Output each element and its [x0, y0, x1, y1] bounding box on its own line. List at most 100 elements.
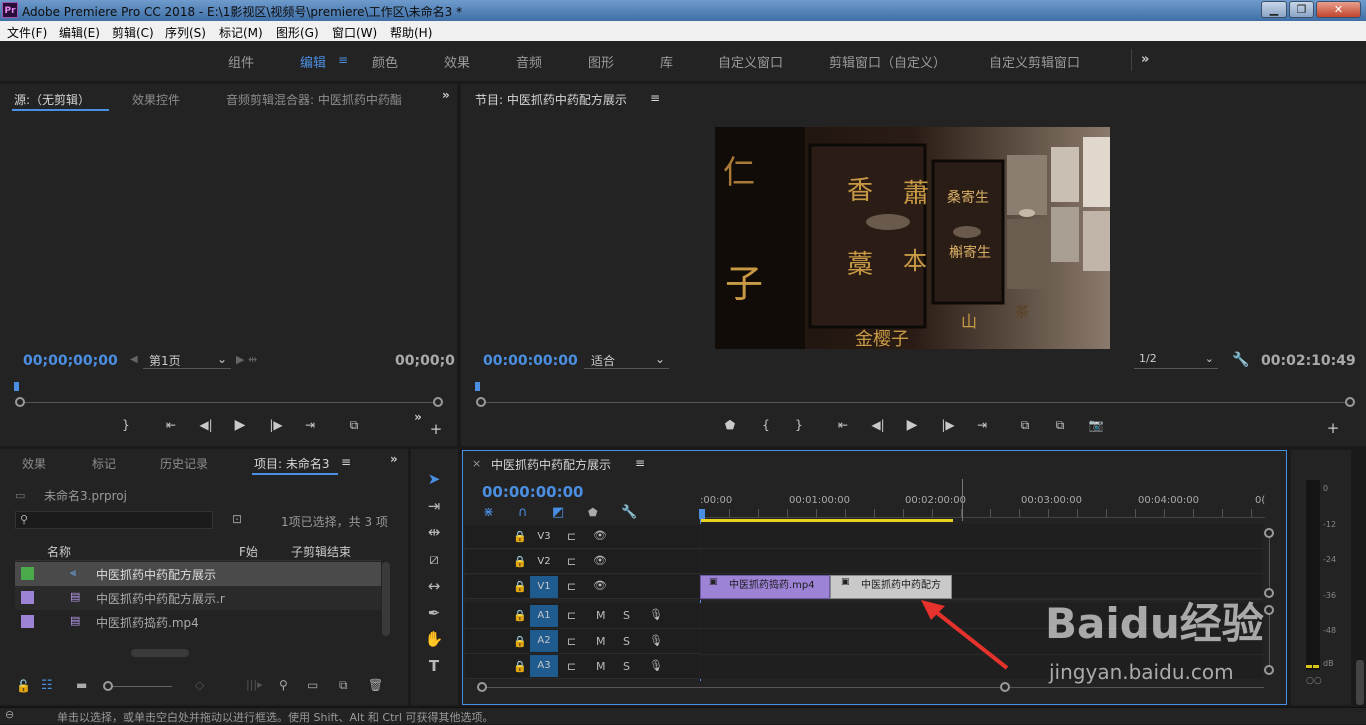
zoom-handle-right[interactable]	[433, 397, 443, 407]
new-bin-icon[interactable]: ▭	[307, 678, 318, 692]
extract-icon[interactable]: ⧉	[1050, 418, 1070, 433]
playhead-marker[interactable]	[475, 382, 480, 391]
label-color-swatch[interactable]	[21, 567, 34, 580]
panel-menu-icon[interactable]: ≡	[635, 456, 645, 470]
add-marker-icon[interactable]: ⬟	[722, 418, 738, 432]
close-icon[interactable]: ×	[472, 457, 481, 470]
find-icon[interactable]: ⚲	[279, 678, 288, 692]
horizontal-scrollbar[interactable]	[131, 649, 189, 657]
menu-clip[interactable]: 剪辑(C)	[112, 24, 154, 41]
menu-help[interactable]: 帮助(H)	[390, 24, 432, 41]
tab-effects[interactable]: 效果	[22, 455, 46, 472]
workspace-effects[interactable]: 效果	[444, 52, 470, 71]
workspace-menu-icon[interactable]: ≡	[338, 53, 348, 67]
sync-lock-icon[interactable]: ⊏	[567, 530, 576, 543]
playhead-marker[interactable]	[699, 509, 705, 519]
solo-button[interactable]: S	[623, 635, 630, 648]
lock-icon[interactable]: 🔒	[513, 530, 527, 543]
razor-tool-icon[interactable]: ⧄	[424, 549, 444, 569]
tab-audio-clip-mixer[interactable]: 音频剪辑混合器: 中医抓药中药酯	[226, 91, 419, 108]
workspace-custom-window[interactable]: 自定义窗口	[718, 52, 783, 71]
microphone-icon[interactable]: 🎙	[649, 634, 663, 647]
pen-tool-icon[interactable]: ✒	[424, 603, 444, 623]
column-name[interactable]: 名称	[47, 543, 71, 560]
zoom-handle-left[interactable]	[476, 397, 486, 407]
more-workspaces-icon[interactable]: »	[1141, 52, 1149, 67]
workspace-custom-cut-window[interactable]: 自定义剪辑窗口	[989, 52, 1080, 71]
track-label-v1[interactable]: V1	[530, 576, 558, 598]
timeline-settings-icon[interactable]: 🔧	[621, 505, 637, 520]
close-window-button[interactable]: ✕	[1316, 1, 1361, 18]
lock-icon[interactable]: 🔒	[513, 660, 527, 673]
type-tool-icon[interactable]: T	[424, 656, 444, 676]
workspace-editing[interactable]: 编辑	[300, 52, 326, 71]
menu-file[interactable]: 文件(F)	[7, 24, 47, 41]
source-timecode[interactable]: 00;00;00;00	[23, 353, 118, 369]
next-page-icon[interactable]: ▶ ⇹	[236, 353, 257, 366]
mute-button[interactable]: M	[596, 609, 606, 622]
play-icon[interactable]: ▶	[904, 417, 920, 433]
snap-magnet-icon[interactable]: ∩	[518, 505, 528, 520]
maximize-button[interactable]: ❐	[1289, 1, 1314, 18]
track-label-v3[interactable]: V3	[530, 526, 558, 548]
tab-effect-controls[interactable]: 效果控件	[132, 91, 180, 108]
track-label-a2[interactable]: A2	[530, 630, 558, 652]
prev-page-icon[interactable]: ◀	[130, 354, 138, 365]
workspace-color[interactable]: 颜色	[372, 52, 398, 71]
sequence-tab[interactable]: 中医抓药中药配方展示	[491, 456, 611, 473]
mute-button[interactable]: M	[596, 660, 606, 673]
step-back-icon[interactable]: ◀|	[870, 418, 886, 432]
source-scrub-bar[interactable]	[22, 402, 436, 403]
step-back-icon[interactable]: ◀|	[198, 418, 214, 432]
tab-markers[interactable]: 标记	[92, 455, 116, 472]
step-forward-icon[interactable]: |▶	[940, 418, 956, 432]
label-color-swatch[interactable]	[21, 591, 34, 604]
wrench-icon[interactable]: 🔧	[1232, 352, 1249, 368]
mark-in-icon[interactable]: {	[758, 418, 774, 432]
fit-select[interactable]: 适合 ⌄	[584, 352, 669, 369]
selection-tool-icon[interactable]: ➤	[424, 469, 444, 489]
menu-graphics[interactable]: 图形(G)	[276, 24, 319, 41]
step-forward-icon[interactable]: |▶	[268, 418, 284, 432]
icon-view-icon[interactable]: ▬	[76, 678, 87, 692]
resolution-select[interactable]: 1/2 ⌄	[1134, 352, 1218, 369]
more-controls-icon[interactable]: »	[410, 410, 426, 424]
tab-program[interactable]: 节目: 中医抓药中药配方展示	[475, 91, 627, 108]
eye-icon[interactable]: 👁	[593, 579, 607, 592]
lift-icon[interactable]: ⧉	[1015, 418, 1035, 433]
automate-icon[interactable]: |||▸	[246, 678, 263, 691]
search-input[interactable]: ⚲	[15, 511, 213, 529]
workspace-graphics[interactable]: 图形	[588, 52, 614, 71]
column-subclip-end[interactable]: 子剪辑结束	[291, 543, 351, 560]
track-label-a3[interactable]: A3	[530, 655, 558, 677]
add-marker-icon[interactable]: ⬟	[588, 506, 598, 519]
sync-lock-icon[interactable]: ⊏	[567, 609, 576, 622]
track-select-tool-icon[interactable]: ⇥	[424, 496, 444, 516]
zoom-handle-right[interactable]	[1345, 397, 1355, 407]
time-ruler[interactable]	[700, 509, 1265, 518]
nest-icon[interactable]: ⋇	[483, 505, 494, 520]
slip-tool-icon[interactable]: ↔	[424, 576, 444, 596]
microphone-icon[interactable]: 🎙	[649, 608, 663, 621]
lock-icon[interactable]: 🔒	[513, 609, 527, 622]
zoom-slider-handle[interactable]	[103, 681, 113, 691]
workspace-audio[interactable]: 音频	[516, 52, 542, 71]
timeline-timecode[interactable]: 00:00:00:00	[482, 483, 584, 501]
solo-button[interactable]: S	[623, 609, 630, 622]
mark-out-icon[interactable]: }	[118, 418, 134, 432]
play-icon[interactable]: ▶	[232, 417, 248, 433]
page-select[interactable]: 第1页 ⌄	[143, 352, 231, 369]
track-label-a1[interactable]: A1	[530, 605, 558, 627]
menu-marker[interactable]: 标记(M)	[219, 24, 263, 41]
timeline-clip[interactable]: ▣ 中医抓药捣药.mp4	[700, 575, 830, 599]
lock-icon[interactable]: 🔒	[513, 635, 527, 648]
microphone-icon[interactable]: 🎙	[649, 659, 663, 672]
panel-scrollbar[interactable]	[1356, 660, 1364, 705]
go-to-in-icon[interactable]: ⇤	[163, 418, 179, 432]
work-area-bar[interactable]	[700, 519, 953, 522]
eye-icon[interactable]: 👁	[593, 554, 607, 567]
zoom-handle-left[interactable]	[477, 682, 487, 692]
sync-lock-icon[interactable]: ⊏	[567, 660, 576, 673]
scroll-handle[interactable]	[1264, 528, 1274, 538]
workspace-libraries[interactable]: 库	[660, 52, 673, 71]
